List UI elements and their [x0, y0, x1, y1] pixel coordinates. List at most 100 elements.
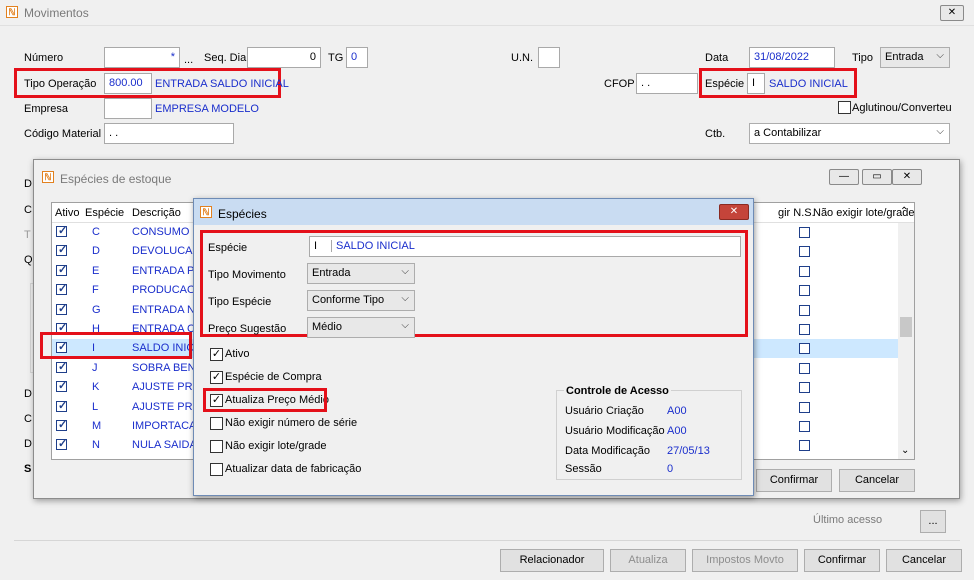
aglutinou-checkbox[interactable]	[838, 101, 851, 114]
preco-sugestao-select[interactable]: Médio ⌵	[307, 317, 415, 338]
especie-option-label: Não exigir lote/grade	[225, 440, 327, 452]
row-ativo-checkbox[interactable]: ✓	[56, 244, 68, 257]
row-nao-exigir-lote-checkbox[interactable]	[799, 304, 810, 316]
col-exigir-ns[interactable]: gir N.S.	[778, 207, 815, 219]
row-ativo-checkbox[interactable]: ✓	[56, 303, 67, 315]
row-nao-exigir-lote-checkbox[interactable]	[799, 382, 810, 394]
row-nao-exigir-lote-checkbox[interactable]	[799, 246, 810, 258]
especie-option-checkbox[interactable]: ✓	[210, 348, 223, 361]
check-icon: ✓	[58, 380, 68, 393]
row-nao-exigir-lote-checkbox[interactable]	[799, 324, 810, 335]
row-nao-exigir-lote-checkbox[interactable]	[799, 343, 810, 355]
especie-option-label: Atualizar data de fabricação	[225, 463, 362, 475]
row-nao-exigir-lote-checkbox[interactable]	[799, 227, 810, 238]
codigo-material-label: Código Material	[24, 128, 102, 140]
close-icon[interactable]: ✕	[719, 204, 749, 220]
cfop-label: CFOP	[604, 78, 635, 90]
especie-option-checkbox[interactable]	[210, 463, 223, 476]
check-icon: ✓	[58, 244, 68, 257]
row-ativo-checkbox[interactable]: ✓	[56, 263, 68, 276]
numero-label: Número	[24, 52, 64, 64]
ultimo-acesso-label: Último acesso	[813, 514, 883, 526]
data-label: Data	[705, 52, 729, 64]
un-input[interactable]	[538, 47, 560, 68]
grid-scrollbar[interactable]: ⌄	[898, 223, 914, 459]
usuario-criacao-label: Usuário Criação	[565, 405, 644, 417]
tipo-operacao-input[interactable]: 800.00	[104, 73, 152, 94]
row-ativo-checkbox[interactable]: ✓	[56, 283, 67, 296]
row-ativo-checkbox[interactable]: ✓	[56, 225, 67, 237]
relacionador-button[interactable]: Relacionador	[500, 549, 604, 572]
close-icon[interactable]: ✕	[892, 169, 922, 185]
tipo-movimento-select[interactable]: Entrada ⌵	[307, 263, 415, 284]
un-label: U.N.	[511, 52, 533, 64]
estoque-confirmar-button[interactable]: Confirmar	[756, 469, 832, 492]
row-ativo-checkbox[interactable]: ✓	[56, 380, 68, 393]
tipo-movimento-label: Tipo Movimento	[208, 269, 286, 281]
chevron-down-icon: ⌵	[936, 126, 944, 137]
scrollbar-thumb[interactable]	[900, 317, 912, 337]
side-label-7: D	[24, 438, 32, 450]
row-nao-exigir-lote-checkbox[interactable]	[799, 440, 810, 452]
ctb-label: Ctb.	[705, 128, 726, 140]
ctb-select[interactable]: a Contabilizar ⌵	[749, 123, 950, 144]
especie-option-checkbox[interactable]	[210, 440, 223, 453]
scroll-down-icon[interactable]: ⌄	[901, 445, 909, 456]
numero-input[interactable]: *	[104, 47, 180, 68]
check-icon: ✓	[58, 360, 68, 373]
dlg-especie-input[interactable]: I SALDO INICIAL	[309, 236, 741, 257]
row-ativo-checkbox[interactable]: ✓	[56, 400, 67, 412]
codigo-material-input[interactable]: . .	[104, 123, 234, 144]
aglutinou-label: Aglutinou/Converteu	[852, 102, 952, 114]
check-icon: ✓	[58, 263, 68, 276]
scroll-up-icon[interactable]: ⌃	[900, 206, 908, 217]
row-ativo-checkbox[interactable]: ✓	[56, 360, 68, 373]
row-ativo-checkbox[interactable]: ✓	[56, 419, 67, 431]
estoque-cancelar-button[interactable]: Cancelar	[839, 469, 915, 492]
col-especie[interactable]: Espécie	[85, 207, 124, 219]
maximize-icon[interactable]: ▭	[862, 169, 892, 185]
col-ativo[interactable]: Ativo	[55, 207, 79, 219]
tipo-select-value: Entrada	[885, 51, 924, 63]
especie-input[interactable]: I	[747, 73, 765, 94]
highlight-atualiza-preco	[203, 388, 327, 412]
usuario-modificacao-value: A00	[667, 425, 687, 437]
numero-ellipsis[interactable]: ...	[184, 54, 193, 66]
row-nao-exigir-lote-checkbox[interactable]	[799, 401, 810, 413]
especies-title: Espécies	[218, 207, 267, 221]
row-especie-code: G	[92, 303, 101, 316]
especie-option-label: Não exigir número de série	[225, 417, 358, 429]
minimize-icon[interactable]: —	[829, 169, 859, 185]
row-nao-exigir-lote-checkbox[interactable]	[799, 421, 810, 432]
cfop-input[interactable]: . .	[636, 73, 698, 94]
side-label-6: C	[24, 413, 32, 425]
tipo-movimento-value: Entrada	[312, 267, 351, 279]
impostos-movto-button[interactable]: Impostos Movto	[692, 549, 798, 572]
tipo-especie-select[interactable]: Conforme Tipo ⌵	[307, 290, 415, 311]
row-nao-exigir-lote-checkbox[interactable]	[799, 362, 810, 374]
row-ativo-checkbox[interactable]: ✓	[56, 438, 67, 451]
tipo-select[interactable]: Entrada ⌵	[880, 47, 950, 68]
preco-sugestao-value: Médio	[312, 321, 342, 333]
ultimo-acesso-button[interactable]: ...	[920, 510, 946, 533]
empresa-input[interactable]	[104, 98, 152, 119]
row-especie-code: L	[92, 400, 99, 413]
col-descricao[interactable]: Descrição	[132, 207, 181, 219]
confirmar-button[interactable]: Confirmar	[804, 549, 880, 572]
tipo-especie-label: Tipo Espécie	[208, 296, 272, 308]
row-nao-exigir-lote-checkbox[interactable]	[799, 265, 810, 277]
close-window-button[interactable]: ✕	[940, 5, 964, 21]
especie-option-checkbox[interactable]	[210, 417, 223, 430]
data-input[interactable]: 31/08/2022	[749, 47, 835, 68]
especie-option-checkbox[interactable]: ✓	[210, 371, 223, 384]
atualiza-button[interactable]: Atualiza	[610, 549, 686, 572]
tg-input[interactable]: 0	[346, 47, 368, 68]
seqdia-input[interactable]: 0	[247, 47, 321, 68]
cancelar-button[interactable]: Cancelar	[886, 549, 962, 572]
especies-dialog: ℕ Espécies ✕ Espécie I SALDO INICIAL Tipo…	[193, 198, 754, 496]
empresa-label: Empresa	[24, 103, 69, 115]
row-nao-exigir-lote-checkbox[interactable]	[799, 285, 810, 297]
data-modificacao-value: 27/05/13	[667, 445, 710, 457]
row-especie-code: D	[92, 245, 100, 258]
app-icon: ℕ	[42, 171, 54, 183]
